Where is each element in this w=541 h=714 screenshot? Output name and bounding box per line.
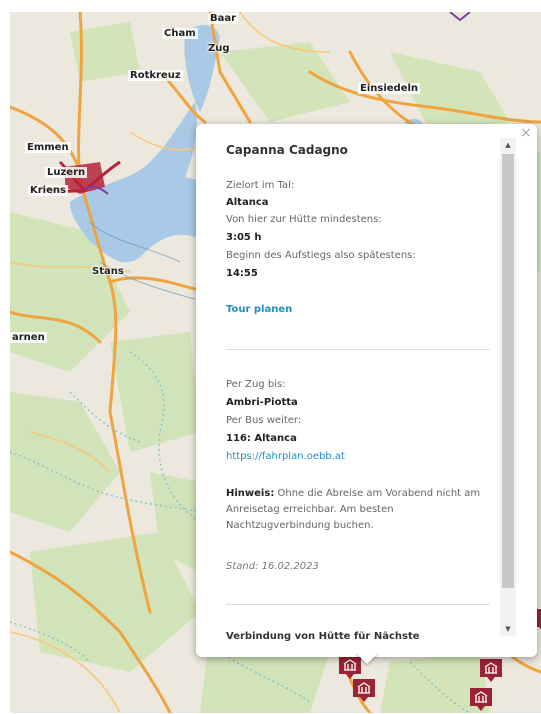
tal-label: Zielort im Tal: <box>226 180 295 191</box>
close-icon[interactable]: × <box>519 126 533 140</box>
hinweis-label: Hinweis: <box>226 488 275 499</box>
town-label-baar: Baar <box>208 13 239 24</box>
zug-value: Ambri-Piotta <box>226 397 298 408</box>
tal-value: Altanca <box>226 197 269 208</box>
bus-value: 116: Altanca <box>226 433 297 444</box>
min-label: Von hier zur Hütte mindestens: <box>226 214 382 225</box>
min-value: 3:05 h <box>226 232 262 243</box>
tour-planen-link[interactable]: Tour planen <box>226 304 292 315</box>
scroll-up-icon[interactable]: ▲ <box>500 138 516 152</box>
popup-tip <box>355 652 379 664</box>
divider <box>226 349 490 350</box>
town-label-kriens: Kriens <box>28 185 68 196</box>
popup-title: Capanna Cadagno <box>226 143 348 157</box>
scrollbar-thumb[interactable] <box>502 154 514 588</box>
bus-label: Per Bus weiter: <box>226 415 302 426</box>
popup-content[interactable]: Capanna Cadagno Zielort im Tal: Altanca … <box>226 134 498 644</box>
town-label-cham: Cham <box>162 28 198 39</box>
town-label-stans: Stans <box>92 266 124 277</box>
popup-scrollbar[interactable]: ▲ ▼ <box>500 138 516 636</box>
start-value: 14:55 <box>226 268 258 279</box>
hut-marker-icon[interactable] <box>478 655 504 685</box>
hut-marker-icon[interactable] <box>468 684 494 714</box>
town-label-rotkreuz: Rotkreuz <box>128 70 183 81</box>
start-label: Beginn des Aufstiegs also spätestens: <box>226 250 416 261</box>
hut-marker-icon[interactable] <box>351 675 377 705</box>
town-label-sarnen: arnen <box>10 332 47 343</box>
stand-date: Stand: 16.02.2023 <box>226 561 319 572</box>
town-label-emmen: Emmen <box>25 142 71 153</box>
hinweis-paragraph: Hinweis: Ohne die Abreise am Vorabend ni… <box>226 486 481 534</box>
town-label-zug: Zug <box>208 43 230 54</box>
divider <box>226 604 490 605</box>
cutoff-heading: Verbindung von Hütte für Nächste <box>226 631 420 642</box>
zug-label: Per Zug bis: <box>226 379 286 390</box>
town-label-einsiedeln: Einsiedeln <box>358 83 421 94</box>
scroll-down-icon[interactable]: ▼ <box>500 622 516 636</box>
fahrplan-link[interactable]: https://fahrplan.oebb.at <box>226 451 345 462</box>
town-label-luzern: Luzern <box>45 167 88 178</box>
